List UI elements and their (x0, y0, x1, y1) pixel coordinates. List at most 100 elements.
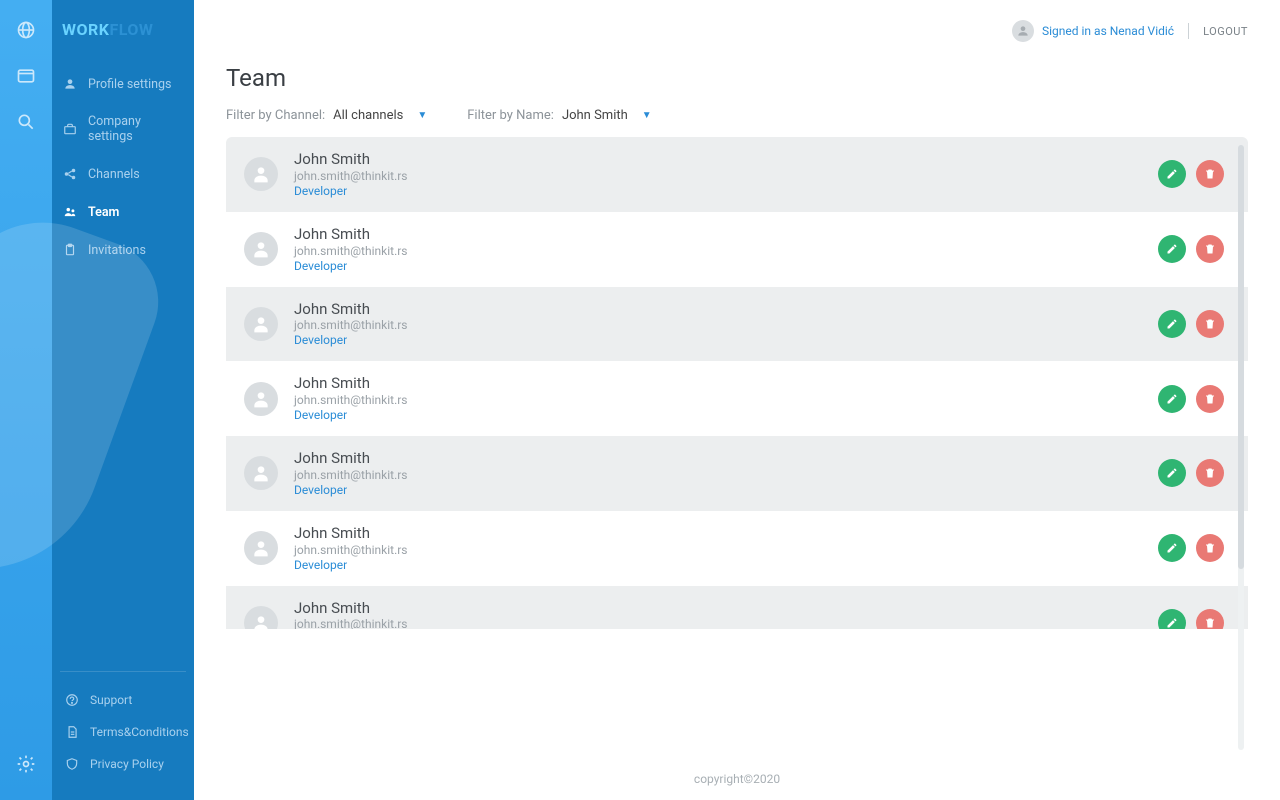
team-list-wrap: John Smithjohn.smith@thinkit.rsDeveloper… (226, 137, 1248, 758)
person-info: John Smithjohn.smith@thinkit.rsDeveloper (294, 524, 1142, 573)
channels-icon (62, 166, 78, 182)
filter-channel-label: Filter by Channel: (226, 108, 325, 123)
row-actions (1158, 459, 1224, 487)
delete-button[interactable] (1196, 310, 1224, 338)
delete-button[interactable] (1196, 459, 1224, 487)
filter-name-label: Filter by Name: (467, 108, 554, 123)
avatar-icon (244, 531, 278, 565)
briefcase-icon (62, 121, 78, 137)
avatar-icon (244, 382, 278, 416)
content: Team Filter by Channel: All channels ▼ F… (194, 42, 1280, 800)
person-info: John Smithjohn.smith@thinkit.rsDeveloper (294, 225, 1142, 274)
row-actions (1158, 310, 1224, 338)
avatar-icon (244, 157, 278, 191)
edit-button[interactable] (1158, 310, 1186, 338)
document-icon (64, 724, 80, 740)
edit-button[interactable] (1158, 459, 1186, 487)
delete-button[interactable] (1196, 385, 1224, 413)
brand-logo[interactable]: WORKFLOW (52, 20, 194, 67)
filter-name-select[interactable]: John Smith ▼ (562, 108, 652, 123)
globe-icon[interactable] (14, 18, 38, 42)
person-info: John Smithjohn.smith@thinkit.rsDeveloper (294, 599, 1142, 630)
user-avatar-icon (1012, 20, 1034, 42)
person-name: John Smith (294, 374, 1142, 393)
page-title: Team (226, 64, 1248, 92)
browser-icon[interactable] (14, 64, 38, 88)
icon-rail (0, 0, 52, 800)
team-row: John Smithjohn.smith@thinkit.rsDeveloper (226, 212, 1248, 287)
edit-button[interactable] (1158, 385, 1186, 413)
person-email: john.smith@thinkit.rs (294, 169, 1142, 184)
caret-down-icon: ▼ (642, 110, 652, 121)
person-email: john.smith@thinkit.rs (294, 543, 1142, 558)
support-icon (64, 692, 80, 708)
person-name: John Smith (294, 449, 1142, 468)
user-icon (62, 76, 78, 92)
nav-item-label: Team (88, 205, 119, 220)
nav-item-label: Privacy Policy (90, 757, 164, 771)
sidebar-footer: Support Terms&Conditions Privacy Policy (60, 671, 186, 800)
person-email: john.smith@thinkit.rs (294, 468, 1142, 483)
sidebar-item-company[interactable]: Company settings (52, 105, 194, 153)
scrollbar-thumb[interactable] (1238, 145, 1244, 569)
person-info: John Smithjohn.smith@thinkit.rsDeveloper (294, 300, 1142, 349)
nav-item-label: Terms&Conditions (90, 725, 189, 739)
sidebar-item-team[interactable]: Team (52, 195, 194, 229)
topbar: Signed in as Nenad Vidić LOGOUT (194, 0, 1280, 42)
delete-button[interactable] (1196, 235, 1224, 263)
signed-in-text: Signed in as Nenad Vidić (1042, 24, 1174, 38)
person-role: Developer (294, 558, 1142, 573)
delete-button[interactable] (1196, 534, 1224, 562)
team-icon (62, 204, 78, 220)
edit-button[interactable] (1158, 609, 1186, 629)
signed-in-user[interactable]: Signed in as Nenad Vidić (1012, 20, 1174, 42)
main: Signed in as Nenad Vidić LOGOUT Team Fil… (194, 0, 1280, 800)
person-info: John Smithjohn.smith@thinkit.rsDeveloper (294, 449, 1142, 498)
person-name: John Smith (294, 599, 1142, 618)
filters: Filter by Channel: All channels ▼ Filter… (226, 108, 1248, 123)
filter-channel-select[interactable]: All channels ▼ (333, 108, 427, 123)
avatar-icon (244, 456, 278, 490)
nav-item-label: Channels (88, 167, 140, 182)
team-row: John Smithjohn.smith@thinkit.rsDeveloper (226, 287, 1248, 362)
person-role: Developer (294, 184, 1142, 199)
edit-button[interactable] (1158, 160, 1186, 188)
row-actions (1158, 385, 1224, 413)
team-row: John Smithjohn.smith@thinkit.rsDeveloper (226, 137, 1248, 212)
nav-item-label: Support (90, 693, 132, 707)
sidebar-item-terms[interactable]: Terms&Conditions (62, 716, 184, 748)
logout-button[interactable]: LOGOUT (1203, 25, 1248, 38)
row-actions (1158, 235, 1224, 263)
row-actions (1158, 160, 1224, 188)
edit-button[interactable] (1158, 534, 1186, 562)
person-name: John Smith (294, 225, 1142, 244)
sidebar-item-profile[interactable]: Profile settings (52, 67, 194, 101)
nav-item-label: Company settings (88, 114, 184, 144)
person-role: Developer (294, 259, 1142, 274)
person-info: John Smithjohn.smith@thinkit.rsDeveloper (294, 150, 1142, 199)
person-name: John Smith (294, 150, 1142, 169)
divider (1188, 23, 1189, 39)
person-email: john.smith@thinkit.rs (294, 244, 1142, 259)
sidebar-item-privacy[interactable]: Privacy Policy (62, 748, 184, 780)
sidebar-item-channels[interactable]: Channels (52, 157, 194, 191)
team-row: John Smithjohn.smith@thinkit.rsDeveloper (226, 586, 1248, 630)
filter-name: Filter by Name: John Smith ▼ (467, 108, 651, 123)
shield-icon (64, 756, 80, 772)
delete-button[interactable] (1196, 160, 1224, 188)
avatar-icon (244, 606, 278, 629)
team-row: John Smithjohn.smith@thinkit.rsDeveloper (226, 436, 1248, 511)
person-email: john.smith@thinkit.rs (294, 617, 1142, 629)
filter-channel: Filter by Channel: All channels ▼ (226, 108, 427, 123)
scrollbar[interactable] (1238, 145, 1244, 750)
sidebar-item-support[interactable]: Support (62, 684, 184, 716)
caret-down-icon: ▼ (417, 110, 427, 121)
person-email: john.smith@thinkit.rs (294, 393, 1142, 408)
gear-icon[interactable] (14, 752, 38, 776)
avatar-icon (244, 307, 278, 341)
delete-button[interactable] (1196, 609, 1224, 629)
search-icon[interactable] (14, 110, 38, 134)
edit-button[interactable] (1158, 235, 1186, 263)
person-role: Developer (294, 408, 1142, 423)
team-list: John Smithjohn.smith@thinkit.rsDeveloper… (226, 137, 1248, 629)
